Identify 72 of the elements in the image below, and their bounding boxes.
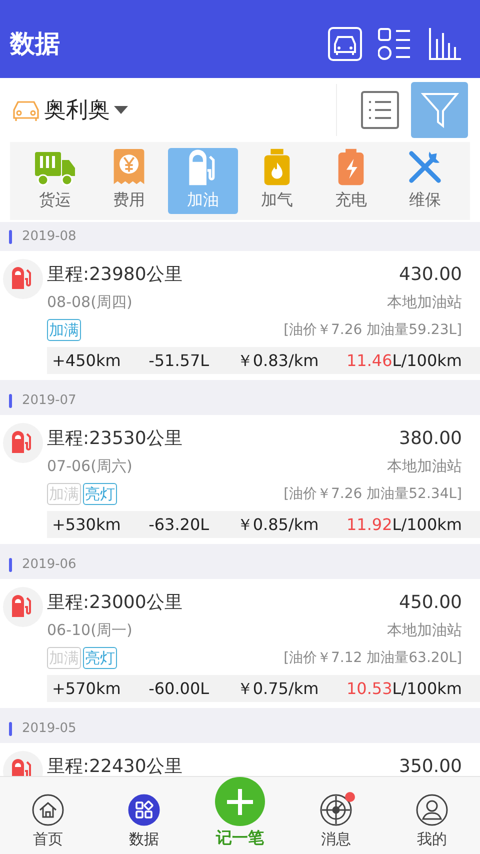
accent-bar (9, 722, 12, 736)
mileage-text: 里程:23000公里 (47, 590, 182, 614)
grid-icon (128, 794, 160, 826)
cost-text: ￥0.83/km (236, 350, 319, 372)
radar-icon (320, 794, 352, 826)
date-text: 08-08(周四) (47, 292, 132, 313)
consumption-text: 10.53L/100km (346, 678, 462, 700)
caret-icon (114, 105, 128, 115)
amount-text: 430.00 (399, 262, 462, 286)
fuel-text: -60.00L (148, 678, 210, 700)
date-text: 07-06(周六) (47, 456, 132, 477)
month-label: 2019-05 (22, 720, 76, 738)
fuel-pump-icon (3, 259, 43, 299)
list-icon (367, 100, 393, 120)
month-label: 2019-07 (22, 392, 76, 410)
car-icon[interactable] (328, 27, 362, 61)
date-text: 06-10(周一) (47, 620, 132, 641)
tag: 亮灯 (83, 647, 117, 669)
gas-cylinder-icon (262, 148, 292, 186)
amount-text: 380.00 (399, 426, 462, 450)
price-info: [油价￥7.12 加油量63.20L] (284, 648, 462, 668)
fuel-pump-icon (3, 423, 43, 463)
nav-tab[interactable]: 数据 (104, 794, 184, 850)
battery-icon (336, 148, 366, 186)
category-tab[interactable]: 费用 (94, 148, 164, 214)
list-icon[interactable] (378, 27, 412, 61)
bar-chart-icon[interactable] (428, 27, 462, 61)
person-icon (416, 794, 448, 826)
cost-text: ￥0.85/km (236, 514, 319, 536)
mileage-text: 里程:23980公里 (47, 262, 182, 286)
amount-text: 350.00 (399, 754, 462, 776)
record-card[interactable]: 里程:23980公里 430.00 08-08(周四) 本地加油站 加满 [油价￥7.26 加油量59.23L] +450km -51.57L ￥0.83/km 11.46L/100km (0, 251, 480, 380)
amount-text: 450.00 (399, 590, 462, 614)
category-tab[interactable]: 充电 (316, 148, 386, 214)
mileage-text: 里程:22430公里 (47, 754, 182, 776)
accent-bar (9, 558, 12, 572)
station-text: 本地加油站 (387, 456, 462, 477)
record-card[interactable]: 里程:22430公里 350.00 (0, 743, 480, 776)
accent-bar (9, 230, 12, 244)
station-text: 本地加油站 (387, 292, 462, 313)
price-info: [油价￥7.26 加油量52.34L] (284, 484, 462, 504)
consumption-text: 11.46L/100km (346, 350, 462, 372)
month-label: 2019-08 (22, 228, 76, 246)
vehicle-selector[interactable]: 奥利奥 (0, 94, 128, 126)
nav-tab[interactable]: 我的 (392, 794, 472, 850)
distance-text: +530km (52, 514, 121, 536)
car-icon (12, 98, 40, 122)
filter-icon (420, 91, 458, 129)
cost-text: ￥0.75/km (236, 678, 319, 700)
nav-tab[interactable]: 消息 (296, 794, 376, 850)
nav-tab[interactable]: 首页 (8, 794, 88, 850)
category-tab[interactable]: 加气 (242, 148, 312, 214)
fuel-pump-icon (3, 587, 43, 627)
receipt-icon (111, 148, 147, 186)
home-icon (32, 794, 64, 826)
category-tab[interactable]: 货运 (20, 148, 90, 214)
month-label: 2019-06 (22, 556, 76, 574)
fuel-text: -63.20L (148, 514, 210, 536)
truck-icon (34, 150, 76, 186)
station-text: 本地加油站 (387, 620, 462, 641)
fuel-text: -51.57L (148, 350, 210, 372)
mileage-text: 里程:23530公里 (47, 426, 182, 450)
distance-text: +570km (52, 678, 121, 700)
list-view-button[interactable] (361, 91, 399, 129)
price-info: [油价￥7.26 加油量59.23L] (284, 320, 462, 340)
tag: 亮灯 (83, 483, 117, 505)
page-title: 数据 (10, 28, 60, 60)
accent-bar (9, 394, 12, 408)
consumption-text: 11.92L/100km (346, 514, 462, 536)
category-tab[interactable]: 维保 (390, 148, 460, 214)
distance-text: +450km (52, 350, 121, 372)
tag: 加满 (47, 319, 81, 341)
